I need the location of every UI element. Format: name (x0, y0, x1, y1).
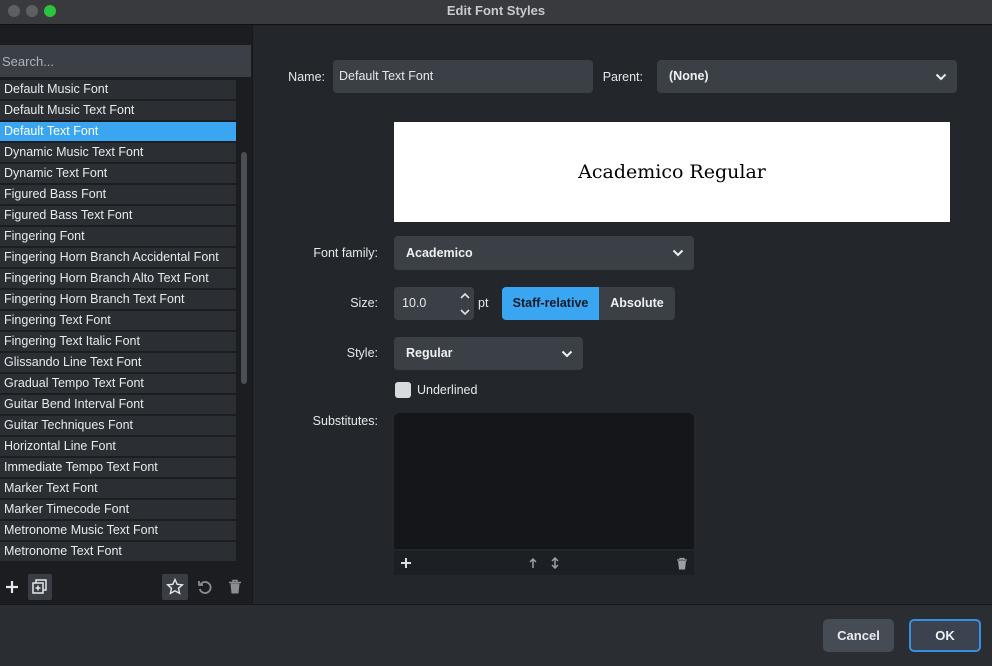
list-item[interactable]: Guitar Techniques Font (0, 416, 236, 435)
size-unit: pt (478, 296, 489, 310)
list-item[interactable]: Fingering Font (0, 227, 236, 246)
chevron-down-icon (561, 350, 573, 357)
trash-icon (677, 557, 687, 570)
arrow-up-icon (529, 557, 537, 568)
list-item[interactable]: Glissando Line Text Font (0, 353, 236, 372)
list-toolbar (0, 570, 252, 604)
add-substitute-button[interactable] (400, 551, 412, 575)
plus-icon (401, 558, 411, 568)
list-item[interactable]: Dynamic Text Font (0, 164, 236, 183)
revert-icon (198, 581, 212, 594)
chevron-down-icon (672, 249, 684, 257)
revert-button[interactable] (193, 574, 217, 600)
scrollbar-thumb[interactable] (241, 152, 247, 384)
style-value: Regular (406, 346, 453, 360)
list-item[interactable]: Default Music Font (0, 80, 236, 99)
duplicate-style-button[interactable] (28, 574, 52, 600)
ok-button[interactable]: OK (909, 619, 981, 652)
add-style-button[interactable] (0, 574, 24, 600)
list-item[interactable]: Metronome Music Text Font (0, 521, 236, 540)
font-style-sidebar: Default Music Font Default Music Text Fon… (0, 25, 253, 604)
window-zoom-button[interactable] (44, 5, 56, 17)
font-family-dropdown[interactable]: Academico (394, 236, 694, 270)
absolute-button[interactable]: Absolute (599, 287, 675, 320)
cancel-button[interactable]: Cancel (823, 619, 894, 652)
trash-icon (229, 579, 241, 594)
star-icon (166, 578, 184, 595)
list-item[interactable]: Figured Bass Text Font (0, 206, 236, 225)
size-stepper[interactable] (458, 289, 472, 319)
list-item[interactable]: Fingering Text Italic Font (0, 332, 236, 351)
preview-text: Academico Regular (578, 161, 766, 183)
font-style-editor: Name: Parent: (None) Academico Regular F… (253, 25, 992, 604)
set-default-button[interactable] (162, 574, 188, 600)
list-item[interactable]: Figured Bass Font (0, 185, 236, 204)
list-item[interactable]: Marker Timecode Font (0, 500, 236, 519)
list-item[interactable]: Dynamic Music Text Font (0, 143, 236, 162)
chevron-down-icon (460, 309, 470, 316)
chevron-down-icon (935, 73, 947, 80)
list-item[interactable]: Guitar Bend Interval Font (0, 395, 236, 414)
list-item[interactable]: Fingering Horn Branch Alto Text Font (0, 269, 236, 288)
window-title: Edit Font Styles (446, 3, 546, 18)
delete-style-button[interactable] (223, 574, 247, 600)
substitutes-toolbar (394, 551, 694, 575)
font-family-value: Academico (406, 246, 473, 260)
arrow-up-down-icon (551, 556, 559, 570)
list-item[interactable]: Default Music Text Font (0, 101, 236, 120)
list-item[interactable]: Horizontal Line Font (0, 437, 236, 456)
list-scrollbar[interactable] (239, 80, 249, 592)
staff-relative-button[interactable]: Staff-relative (502, 287, 599, 320)
list-item[interactable]: Fingering Horn Branch Accidental Font (0, 248, 236, 267)
substitutes-list[interactable] (394, 413, 694, 549)
size-value: 10.0 (402, 296, 427, 310)
dialog-footer: Cancel OK (0, 604, 992, 666)
parent-dropdown[interactable]: (None) (657, 60, 957, 93)
parent-value: (None) (669, 69, 709, 83)
list-item[interactable]: Metronome Text Font (0, 542, 236, 561)
list-item[interactable]: Fingering Horn Branch Text Font (0, 290, 236, 309)
size-label: Size: (350, 296, 378, 310)
title-bar: Edit Font Styles (0, 0, 992, 25)
parent-label: Parent: (602, 70, 643, 84)
font-family-label: Font family: (313, 246, 378, 260)
style-dropdown[interactable]: Regular (394, 337, 583, 370)
list-item[interactable]: Fingering Text Font (0, 311, 236, 330)
underlined-checkbox[interactable] (395, 382, 411, 398)
font-style-list: Default Music Font Default Music Text Fon… (0, 80, 236, 592)
search-input[interactable] (0, 45, 251, 77)
style-label: Style: (346, 346, 378, 360)
duplicate-icon (32, 579, 47, 594)
window-minimize-button[interactable] (26, 5, 38, 17)
delete-substitute-button[interactable] (676, 551, 688, 575)
list-item[interactable]: Gradual Tempo Text Font (0, 374, 236, 393)
name-input[interactable] (333, 60, 593, 93)
font-preview: Academico Regular (394, 122, 950, 222)
underlined-label: Underlined (417, 383, 478, 397)
name-label: Name: (288, 70, 325, 84)
list-item[interactable]: Immediate Tempo Text Font (0, 458, 236, 477)
move-substitute-up-button[interactable] (528, 551, 538, 575)
list-item[interactable]: Default Text Font (0, 122, 236, 141)
move-substitute-down-button[interactable] (550, 551, 560, 575)
window-close-button[interactable] (8, 5, 20, 17)
substitutes-label: Substitutes: (312, 414, 378, 428)
chevron-up-icon (460, 292, 470, 299)
plus-icon (6, 581, 18, 593)
list-item[interactable]: Marker Text Font (0, 479, 236, 498)
